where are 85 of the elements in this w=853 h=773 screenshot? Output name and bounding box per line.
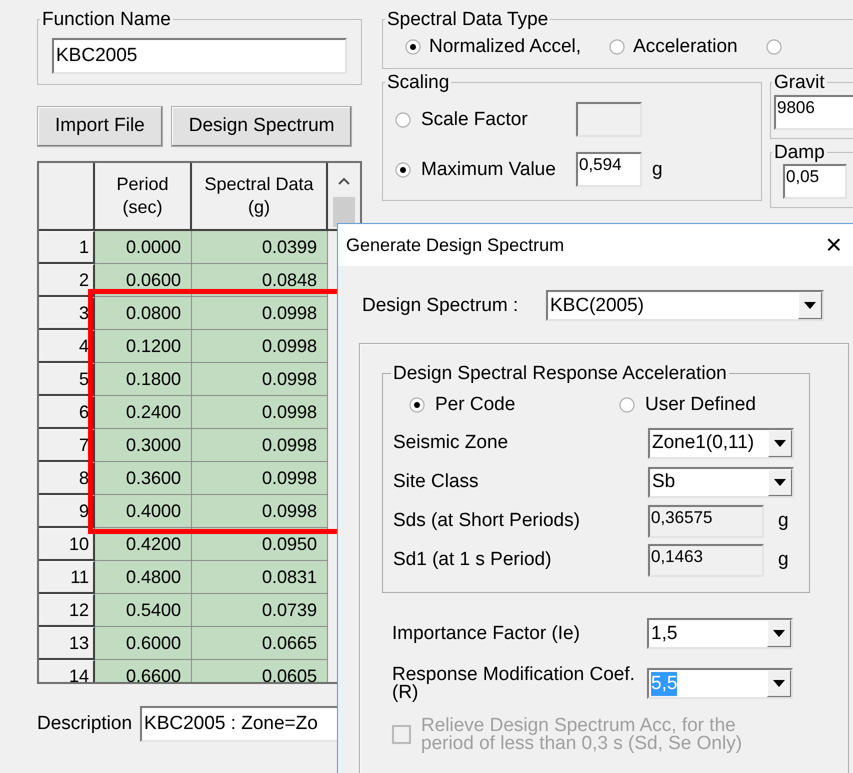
radio-label: User Defined (645, 392, 756, 417)
radio-button[interactable] (395, 112, 411, 128)
action-button[interactable]: Import File (37, 106, 163, 147)
radio-button[interactable] (619, 396, 635, 413)
damping-field[interactable]: 0,05 (783, 164, 847, 200)
table-cell: 0.0998 (192, 362, 328, 396)
field-label: Site Class (393, 470, 480, 494)
field-label: Importance Factor (Ie) (392, 624, 581, 643)
radio-button[interactable] (395, 162, 411, 178)
row-number: 10 (39, 528, 95, 561)
radio-label: Scale Factor (421, 108, 529, 132)
table-cell: 0.4800 (95, 560, 192, 594)
field-label: Response Modification Coef. (R) (392, 666, 636, 702)
checkbox-label: Relieve Design Spectrum Acc, for the period of less than 0,3 s (Sd, Se Only) (421, 716, 744, 753)
group-title: Design Spectral Response Acceleration (392, 362, 728, 386)
scroll-thumb[interactable] (333, 196, 355, 227)
table-cell: 0.3000 (95, 428, 192, 462)
table-cell: 0.0998 (192, 396, 328, 429)
radio-label: Acceleration (633, 34, 738, 59)
table-cell: 0.0998 (192, 330, 328, 363)
dialog-title: Generate Design Spectrum (346, 234, 566, 256)
group-title: Damp (773, 140, 826, 164)
caret-icon (774, 440, 786, 447)
table-cell: 0.4000 (95, 494, 192, 528)
row-number: 12 (39, 594, 95, 627)
group-title: Function Name (41, 8, 172, 32)
design-spectrum-label: Design Spectrum : (362, 294, 520, 318)
scroll-up-icon[interactable] (338, 176, 350, 185)
table-cell: 0.0998 (192, 462, 328, 495)
group-title: Spectral Data Type (386, 8, 550, 32)
option-dropdown[interactable]: Zone1(0,11) (648, 428, 794, 459)
table-cell: 0.0800 (95, 296, 192, 330)
group-title: Scaling (386, 70, 450, 94)
table-cell: 0.0998 (192, 428, 328, 462)
radio-button[interactable] (609, 38, 626, 55)
column-header: Period (sec) (95, 162, 192, 229)
table-cell: 0.0998 (192, 296, 328, 330)
radio-button[interactable] (409, 396, 425, 413)
unit-label: g (778, 548, 789, 572)
table-cell: 0.5400 (95, 594, 192, 627)
table-cell: 0.0665 (192, 626, 328, 660)
value-field[interactable] (576, 102, 642, 137)
table-cell: 0.6600 (95, 660, 192, 682)
caret-icon (773, 680, 785, 688)
option-dropdown[interactable]: 1,5 (647, 618, 793, 650)
caret-icon (774, 478, 786, 486)
unit-label: g (652, 158, 663, 182)
row-number: 14 (39, 660, 95, 682)
value-field[interactable]: 0,594 (576, 152, 642, 187)
unit-label: g (778, 509, 789, 534)
row-number: 1 (39, 230, 95, 264)
radio-label: Maximum Value (421, 158, 557, 182)
field-label: Sd1 (at 1 s Period) (393, 548, 552, 572)
table-cell: 0.0739 (192, 594, 328, 627)
table-cell: 0.1200 (95, 330, 192, 363)
description-label: Description (37, 712, 132, 736)
readonly-field: 0,1463 (648, 544, 764, 577)
field-label: Sds (at Short Periods) (393, 509, 581, 534)
table-cell: 0.0831 (192, 560, 328, 594)
action-button[interactable]: Design Spectrum (170, 106, 352, 147)
table-cell: 0.0000 (95, 230, 192, 264)
caret-icon (804, 302, 816, 309)
radio-button[interactable] (766, 38, 782, 55)
design-spectrum-dropdown[interactable]: KBC(2005) (546, 290, 824, 321)
table-cell: 0.0605 (192, 660, 328, 682)
caret-icon (773, 630, 785, 638)
table-cell: 0.3600 (95, 462, 192, 495)
row-number: 13 (39, 626, 95, 660)
gravity-field[interactable]: 9806 (774, 94, 853, 130)
close-button[interactable]: × (826, 231, 842, 259)
radio-label: Normalized Accel, (429, 34, 582, 59)
table-cell: 0.0998 (192, 494, 328, 528)
group-title: Gravit (773, 70, 826, 94)
table-cell: 0.0399 (192, 230, 328, 264)
table-cell: 0.1800 (95, 362, 192, 396)
table-cell: 0.6000 (95, 626, 192, 660)
radio-button[interactable] (405, 38, 421, 55)
readonly-field: 0,36575 (648, 504, 764, 538)
row-number: 2 (39, 264, 95, 297)
option-dropdown[interactable]: Sb (648, 466, 794, 498)
table-cell: 0.2400 (95, 396, 192, 429)
field-label: Seismic Zone (393, 431, 510, 456)
radio-label: Per Code (435, 392, 516, 417)
row-number: 11 (39, 560, 95, 594)
function-name-field[interactable]: KBC2005 (52, 38, 347, 74)
